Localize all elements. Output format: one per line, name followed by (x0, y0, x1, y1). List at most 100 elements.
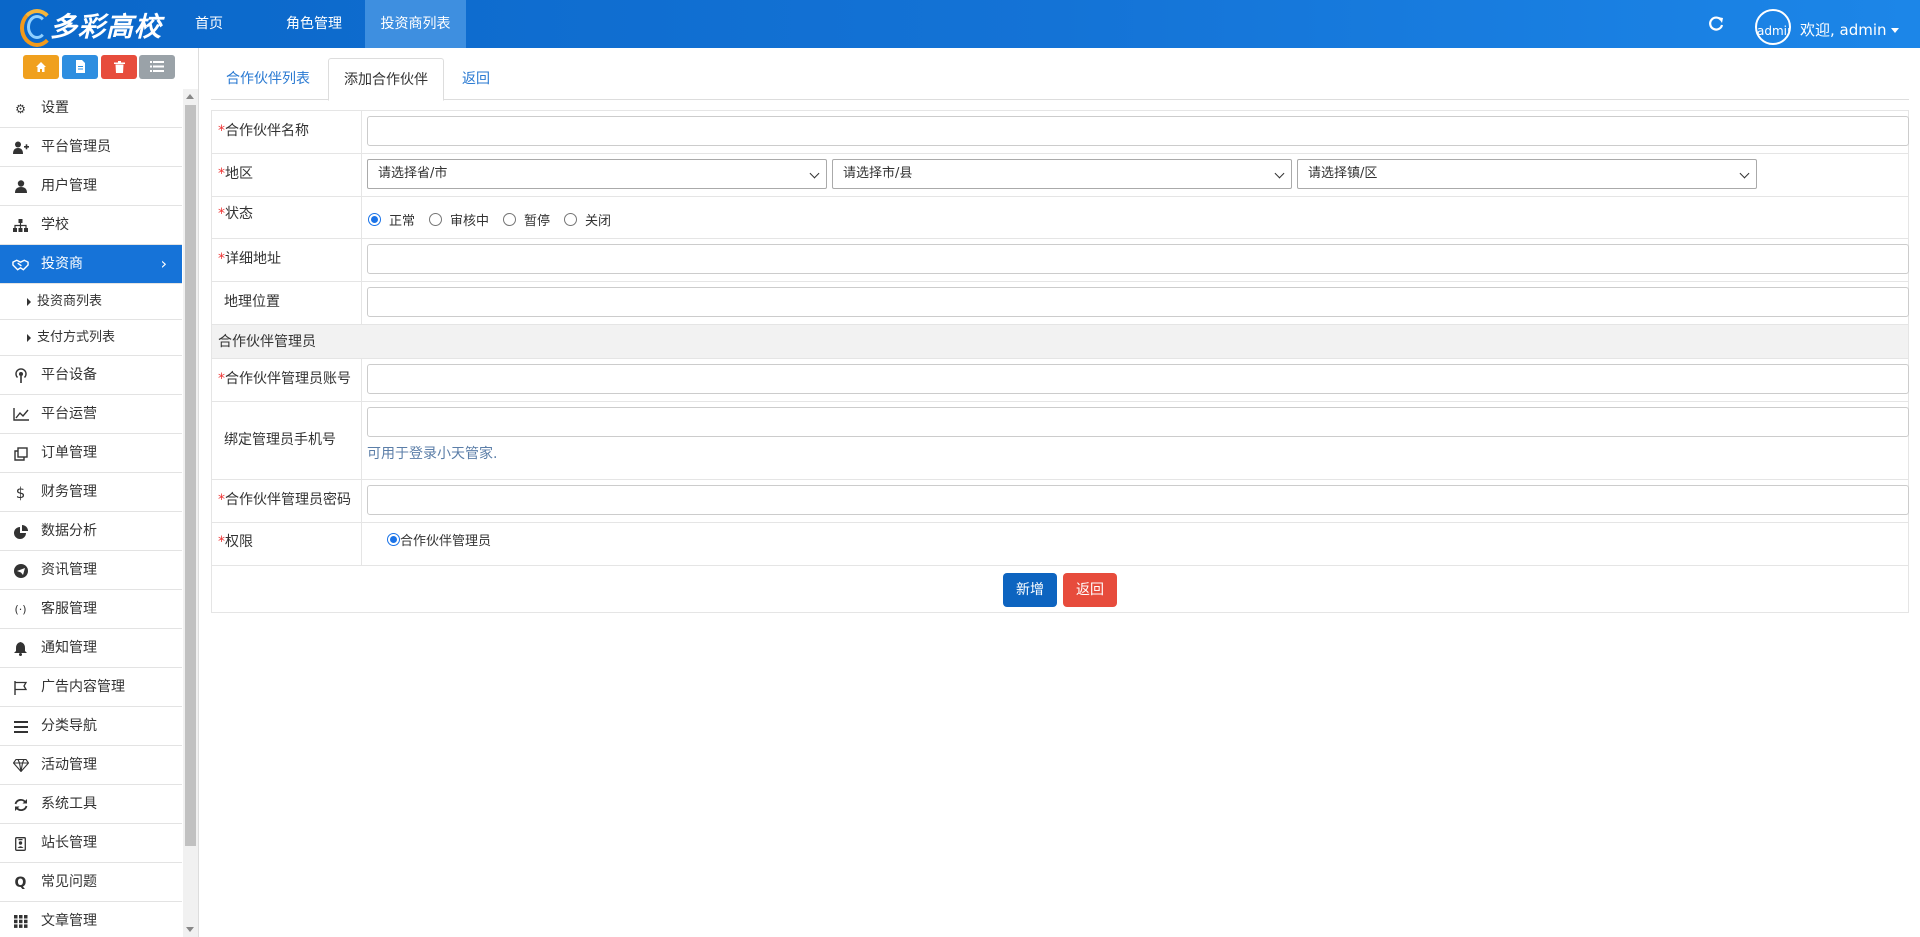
sidebar-item-investor[interactable]: 投资商 › (0, 245, 182, 284)
caret-down-icon (1890, 28, 1899, 33)
sidebar-item-order[interactable]: 订单管理 (0, 434, 182, 473)
sidebar-item-label: 订单管理 (41, 445, 97, 461)
back-button[interactable]: 返回 (1063, 573, 1117, 607)
sidebar-item-device[interactable]: 平台设备 (0, 356, 182, 395)
trash-shortcut-button[interactable] (101, 55, 137, 79)
user-menu[interactable]: 欢迎, admin (1800, 0, 1899, 60)
sidebar-item-label: 通知管理 (41, 640, 97, 656)
sidebar-item-news[interactable]: 资讯管理 (0, 551, 182, 590)
sidebar-item-activity[interactable]: 活动管理 (0, 746, 182, 785)
trash-icon (113, 60, 125, 73)
sidebar-item-finance[interactable]: $ 财务管理 (0, 473, 182, 512)
radio-label: 关闭 (585, 213, 612, 229)
radio-checked-icon[interactable] (368, 212, 381, 226)
city-select[interactable]: 请选择市/县 (832, 159, 1292, 189)
form-row-password: *合作伙伴管理员密码 (212, 480, 1909, 523)
sidebar-item-user-management[interactable]: 用户管理 (0, 167, 182, 206)
top-nav-home[interactable]: 首页 (178, 0, 240, 48)
flag-icon (12, 680, 29, 695)
sidebar-menu: ⚙ 设置 平台管理员 用户管理 学校 投资商 › 投资商列表 支付方式列表 平台设备… (0, 89, 182, 937)
sidebar-subitem-payment-list[interactable]: 支付方式列表 (0, 320, 182, 356)
sidebar-item-label: 学校 (41, 217, 69, 233)
sidebar-item-operation[interactable]: 平台运营 (0, 395, 182, 434)
label-text: 权限 (225, 534, 253, 550)
refresh-icon[interactable] (1706, 14, 1726, 34)
line-chart-icon (12, 407, 29, 422)
tab-add-partner[interactable]: 添加合作伙伴 (328, 58, 444, 101)
home-icon (36, 61, 46, 72)
sidebar-item-analysis[interactable]: 数据分析 (0, 512, 182, 551)
sidebar-item-service[interactable]: (·) 客服管理 (0, 590, 182, 629)
required-mark: * (218, 123, 225, 139)
label-text: 详细地址 (225, 251, 281, 267)
chevron-down-icon (1274, 168, 1285, 179)
province-select[interactable]: 请选择省/市 (367, 159, 827, 189)
list-shortcut-button[interactable] (139, 55, 175, 79)
tab-partner-list[interactable]: 合作伙伴列表 (211, 58, 325, 100)
avatar[interactable]: admin (1755, 9, 1791, 45)
location-label: 地理位置 (212, 282, 362, 324)
form-row-location: 地理位置 (212, 282, 1909, 325)
password-label: *合作伙伴管理员密码 (212, 480, 362, 522)
scroll-thumb[interactable] (185, 105, 196, 846)
admin-password-input[interactable] (367, 485, 1909, 515)
address-input[interactable] (367, 244, 1909, 274)
sidebar-item-label: 财务管理 (41, 484, 97, 500)
status-option-paused[interactable]: 暂停 (503, 210, 550, 229)
sidebar-item-category[interactable]: 分类导航 (0, 707, 182, 746)
welcome-text: 欢迎, admin (1800, 21, 1887, 39)
sidebar-item-school[interactable]: 学校 (0, 206, 182, 245)
logo[interactable]: 多彩高校 (18, 4, 162, 47)
tab-back[interactable]: 返回 (447, 58, 505, 100)
district-select[interactable]: 请选择镇/区 (1297, 159, 1757, 189)
status-option-normal[interactable]: 正常 (368, 210, 415, 229)
radio-label: 暂停 (524, 213, 551, 229)
add-button[interactable]: 新增 (1003, 573, 1057, 607)
form-row-phone: 绑定管理员手机号 可用于登录小天管家. (212, 402, 1909, 480)
admin-account-input[interactable] (367, 364, 1909, 394)
radio-checked-icon[interactable] (387, 533, 400, 546)
district-select-value: 请选择镇/区 (1308, 166, 1378, 181)
sidebar-item-faq[interactable]: Q 常见问题 (0, 863, 182, 902)
sidebar-item-label: 投资商 (41, 256, 83, 272)
status-option-closed[interactable]: 关闭 (564, 210, 611, 229)
sidebar-item-tools[interactable]: 系统工具 (0, 785, 182, 824)
sidebar-item-platform-admin[interactable]: 平台管理员 (0, 128, 182, 167)
location-input[interactable] (367, 287, 1909, 317)
radio-icon[interactable] (429, 212, 443, 226)
radio-icon[interactable] (503, 212, 517, 226)
top-nav-role-management[interactable]: 角色管理 (276, 0, 352, 48)
permission-label: *权限 (212, 523, 362, 565)
sidebar-item-notice[interactable]: 通知管理 (0, 629, 182, 668)
status-option-reviewing[interactable]: 审核中 (429, 210, 489, 229)
file-shortcut-button[interactable] (62, 55, 98, 79)
scroll-down-icon[interactable] (186, 927, 194, 932)
partner-name-input[interactable] (367, 116, 1909, 146)
form-row-status: *状态 正常 审核中 暂停 关闭 (212, 197, 1908, 239)
form-row-region: *地区 请选择省/市 请选择市/县 请选择镇/区 (212, 154, 1908, 197)
sidebar-subitem-investor-list[interactable]: 投资商列表 (0, 284, 182, 320)
address-label: *详细地址 (212, 239, 362, 281)
sidebar-item-label: 平台运营 (41, 406, 97, 422)
label-text: 合作伙伴管理员密码 (225, 492, 351, 508)
sidebar-item-label: 客服管理 (41, 601, 97, 617)
scroll-up-icon[interactable] (186, 94, 194, 99)
radio-icon[interactable] (564, 212, 578, 226)
sidebar-item-label: 文章管理 (41, 913, 97, 929)
sidebar-scrollbar[interactable] (183, 89, 198, 937)
podcast-icon (12, 368, 29, 383)
sidebar-item-settings[interactable]: ⚙ 设置 (0, 89, 182, 128)
admin-phone-input[interactable] (367, 407, 1909, 437)
home-shortcut-button[interactable] (23, 55, 59, 79)
sidebar-item-station[interactable]: 站长管理 (0, 824, 182, 863)
sidebar-item-ads[interactable]: 广告内容管理 (0, 668, 182, 707)
top-nav-investor-list[interactable]: 投资商列表 (365, 0, 466, 48)
id-badge-icon (12, 836, 29, 851)
sidebar-item-label: 平台管理员 (41, 139, 111, 155)
top-bar: 多彩高校 首页 角色管理 投资商列表 admin 欢迎, admin (0, 0, 1920, 48)
radio-label: 审核中 (450, 213, 490, 229)
sidebar-item-article[interactable]: 文章管理 (0, 902, 182, 937)
permission-option-partner-admin[interactable]: 合作伙伴管理员 (387, 530, 1889, 549)
sidebar-item-label: 常见问题 (41, 874, 97, 890)
form-row-account: *合作伙伴管理员账号 (212, 359, 1909, 402)
